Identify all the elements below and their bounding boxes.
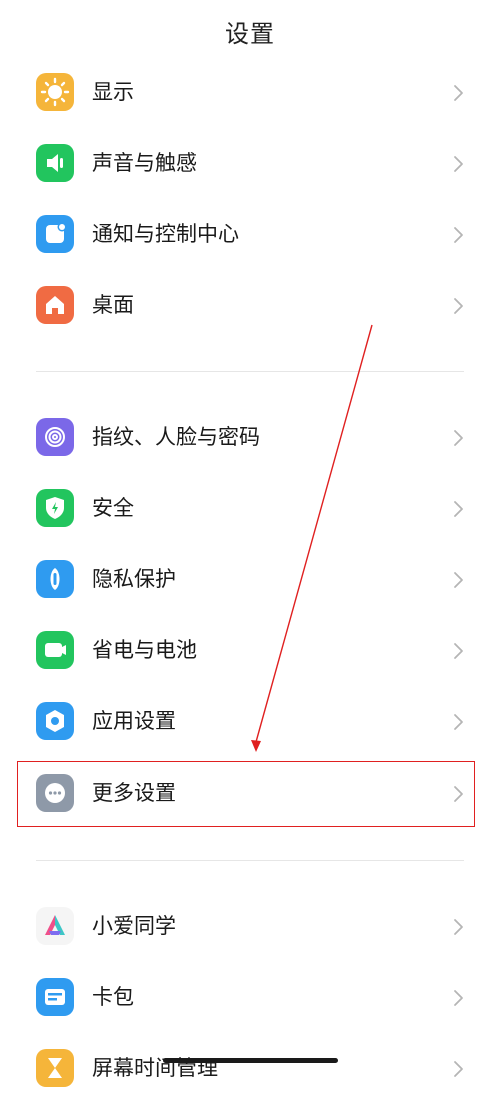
settings-item-wallet[interactable]: 卡包 [0, 963, 500, 1034]
settings-item-xiaoai[interactable]: 小爱同学 [0, 892, 500, 963]
settings-item-notifications[interactable]: 通知与控制中心 [0, 200, 500, 271]
settings-item-display[interactable]: 显示 [0, 58, 500, 129]
settings-item-label: 桌面 [92, 293, 134, 317]
chevron-right-icon [454, 919, 463, 935]
settings-item-label: 显示 [92, 80, 134, 104]
speaker-icon [36, 144, 74, 182]
settings-item-label: 安全 [92, 496, 134, 520]
settings-item-label: 声音与触感 [92, 151, 197, 175]
settings-item-label: 省电与电池 [92, 638, 197, 662]
notification-icon [36, 215, 74, 253]
settings-item-label: 隐私保护 [92, 567, 176, 591]
fingerprint-icon [36, 418, 74, 456]
settings-item-app-settings[interactable]: 应用设置 [0, 687, 500, 758]
chevron-right-icon [454, 85, 463, 101]
battery-icon [36, 631, 74, 669]
chevron-right-icon [454, 501, 463, 517]
chevron-right-icon [454, 643, 463, 659]
shield-icon [36, 489, 74, 527]
section-divider [36, 371, 464, 372]
wallet-icon [36, 978, 74, 1016]
settings-item-fingerprint[interactable]: 指纹、人脸与密码 [0, 403, 500, 474]
settings-item-label: 卡包 [92, 985, 134, 1009]
settings-item-screen-time[interactable]: 屏幕时间管理 [0, 1034, 500, 1105]
gear-icon [36, 702, 74, 740]
settings-item-security[interactable]: 安全 [0, 474, 500, 545]
chevron-right-icon [454, 430, 463, 446]
settings-item-privacy[interactable]: 隐私保护 [0, 545, 500, 616]
home-indicator[interactable] [163, 1058, 338, 1063]
privacy-icon [36, 560, 74, 598]
chevron-right-icon [454, 714, 463, 730]
chevron-right-icon [454, 227, 463, 243]
page-title: 设置 [225, 20, 275, 48]
chevron-right-icon [454, 990, 463, 1006]
section-divider [36, 860, 464, 861]
settings-item-label: 应用设置 [92, 709, 176, 733]
chevron-right-icon [454, 1061, 463, 1077]
settings-item-label: 屏幕时间管理 [92, 1056, 218, 1080]
hourglass-icon [36, 1049, 74, 1087]
settings-item-label: 小爱同学 [92, 914, 176, 938]
sun-icon [36, 73, 74, 111]
settings-item-label: 指纹、人脸与密码 [92, 425, 260, 449]
settings-item-label: 通知与控制中心 [92, 222, 239, 246]
settings-item-battery[interactable]: 省电与电池 [0, 616, 500, 687]
chevron-right-icon [454, 156, 463, 172]
xiaoai-icon [36, 907, 74, 945]
chevron-right-icon [454, 298, 463, 314]
chevron-right-icon [454, 572, 463, 588]
home-icon [36, 286, 74, 324]
settings-item-desktop[interactable]: 桌面 [0, 271, 500, 342]
settings-item-sound[interactable]: 声音与触感 [0, 129, 500, 200]
highlight-box [17, 761, 475, 827]
